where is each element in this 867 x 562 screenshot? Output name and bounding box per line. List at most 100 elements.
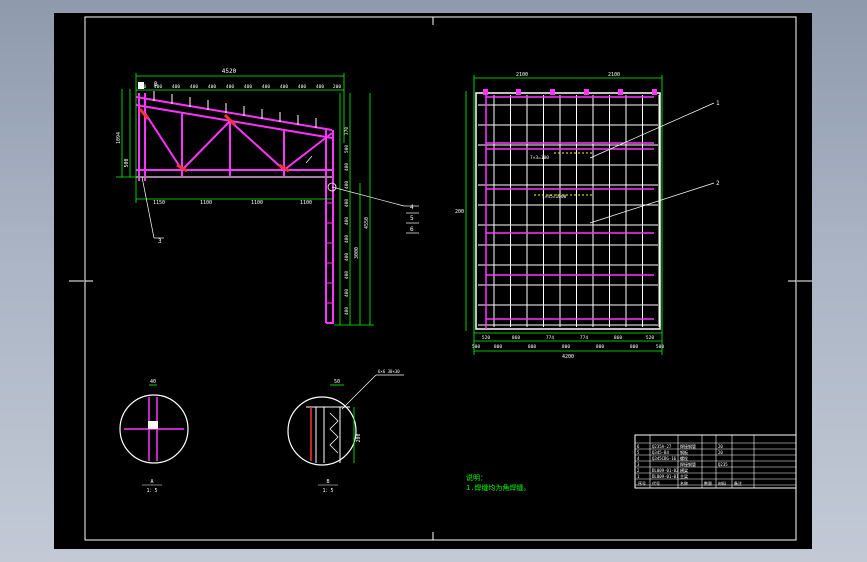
bottom-dim: 1100 (300, 200, 312, 206)
leader-label: 4 (410, 204, 414, 211)
right-total: 4550 (364, 217, 370, 229)
right-height: 400 (344, 181, 350, 189)
bottom-dim: 1100 (200, 200, 212, 206)
detail-b-members (306, 406, 350, 463)
plan-top-caps (483, 89, 657, 95)
tb-cell: 3 (637, 462, 640, 467)
right-heights: 370 500 400 400 400 400 400 400 400 400 … (344, 127, 370, 315)
plan-bottom-total: 4200 (562, 354, 574, 360)
tb-cell: 焊接钢管 (680, 461, 696, 467)
plan-callout-a: 7×3=100 (530, 155, 549, 161)
leader-label: 5 (410, 215, 414, 222)
bottom-dims: 1150 1100 1100 1100 (153, 200, 312, 206)
top-dim: 400 (172, 84, 180, 90)
top-dim: 400 (190, 84, 198, 90)
plan-bottom-dim: 500 (472, 344, 480, 350)
tb-cell: Q235A-27 (652, 444, 672, 449)
tb-cell: 焊接钢管 (680, 443, 696, 449)
right-height: 400 (344, 199, 350, 207)
plan-bottom-dim: 800 (630, 344, 638, 350)
elevation-dimension-lines (116, 73, 374, 326)
center-marks (69, 17, 812, 540)
tb-header-cell: 名称 (680, 480, 688, 486)
detail-a-label: A (150, 479, 153, 485)
tb-cell: 1 (637, 474, 640, 479)
plan-sub-dim: 774 (546, 335, 554, 341)
detail-b-leader (341, 374, 377, 410)
detail-b: 50 200 6×6 30×30 B 1：5 (287, 369, 404, 494)
notes-title: 说明： (466, 473, 487, 482)
top-dim: 400 (208, 84, 216, 90)
right-height: 400 (344, 271, 350, 279)
top-dim: 400 (244, 84, 252, 90)
left-height: 1094 (116, 132, 122, 144)
detail-a-plate (148, 421, 158, 429)
right-height: 400 (344, 253, 350, 261)
plan-bottom-dim: 800 (528, 344, 536, 350)
tb-cell: Q345-B4 (652, 450, 669, 455)
tb-cell: DL009-01-02 (652, 468, 679, 473)
detail-a-dim: 40 (150, 379, 156, 385)
plan-outline (475, 92, 661, 330)
plan-leader-label: 1 (716, 100, 720, 107)
right-total: 3000 (354, 247, 360, 259)
plan-left-dim: 200 (455, 209, 464, 215)
plan-sub-dim: 520 (646, 335, 654, 341)
plan-beams (485, 93, 654, 329)
tb-cell: DL009-01-01 (652, 474, 679, 479)
plan-sub-dim: 860 (614, 335, 622, 341)
column-rungs (326, 202, 333, 304)
top-dim: 400 (298, 84, 306, 90)
detail-b-scale: 1：5 (322, 488, 333, 494)
plan-sub-dim: 520 (482, 335, 490, 341)
bottom-dim: 1150 (153, 200, 165, 206)
left-height: 500 (124, 158, 130, 167)
right-height: 370 (344, 127, 350, 135)
top-dim: 400 (316, 84, 324, 90)
plan-dimension-lines (465, 75, 663, 355)
tb-cell: 螺栓 (680, 455, 688, 461)
plan-bottom-dim: 800 (562, 344, 570, 350)
plan-leader-label: 2 (716, 180, 720, 187)
tb-cell: 主梁 (680, 473, 688, 479)
top-dim: 400 (280, 84, 288, 90)
title-block: 6 Q235A-27 焊接钢管 20 5 Q345-B4 钢板 20 4 Q345CBG-16 螺栓… (634, 434, 797, 489)
detail-a-scale: 1：5 (146, 488, 157, 494)
plan-sub-dim: 774 (580, 335, 588, 341)
tb-cell: 20 (718, 450, 723, 455)
top-dim: 200 (333, 84, 341, 90)
plan-leader-labels: 1 2 (716, 100, 720, 187)
plan-top-dim: 2100 (608, 72, 620, 78)
section-b-marker (138, 82, 144, 89)
plan-bottom-dim: 800 (494, 344, 502, 350)
tb-cell: 5 (637, 450, 640, 455)
bottom-dim: 1100 (251, 200, 263, 206)
right-height: 400 (344, 235, 350, 243)
leader-label: 3 (158, 238, 162, 245)
elevation-view: 4520 180 400 400 400 400 400 400 400 400… (116, 68, 419, 326)
plan-top-dim: 2100 (516, 72, 528, 78)
plan-bottom-dim: 500 (656, 344, 664, 350)
right-height: 400 (344, 217, 350, 225)
tb-header-cell: 数量 (704, 480, 712, 486)
right-height: 400 (344, 163, 350, 171)
elevation-leader-labels: 4 5 6 3 (158, 204, 414, 245)
tb-cell: 20 (718, 444, 723, 449)
truss-members (135, 93, 334, 324)
plan-view: 2100 2100 520 860 774 774 860 520 500 80… (455, 72, 720, 360)
plan-grid-vertical (493, 95, 660, 327)
detail-b-note: 6×6 30×30 (378, 369, 400, 374)
plan-bottom-dim: 800 (596, 344, 604, 350)
detail-b-label: B (326, 479, 329, 485)
right-height: 400 (344, 307, 350, 315)
top-dim: 400 (262, 84, 270, 90)
tb-cell: 横梁 (680, 467, 688, 473)
tb-header-cell: 代号 (652, 480, 660, 486)
detail-a: 40 A 1：5 (119, 379, 189, 494)
cad-drawing: 4520 180 400 400 400 400 400 400 400 400… (69, 16, 812, 541)
detail-b-dim: 50 (334, 379, 340, 385)
notes-line-1: 1.焊缝均为角焊缝。 (466, 483, 530, 492)
overall-width-dim: 4520 (222, 68, 237, 75)
left-heights: 1094 500 (116, 132, 130, 168)
tb-header-cell: 序号 (638, 480, 646, 486)
